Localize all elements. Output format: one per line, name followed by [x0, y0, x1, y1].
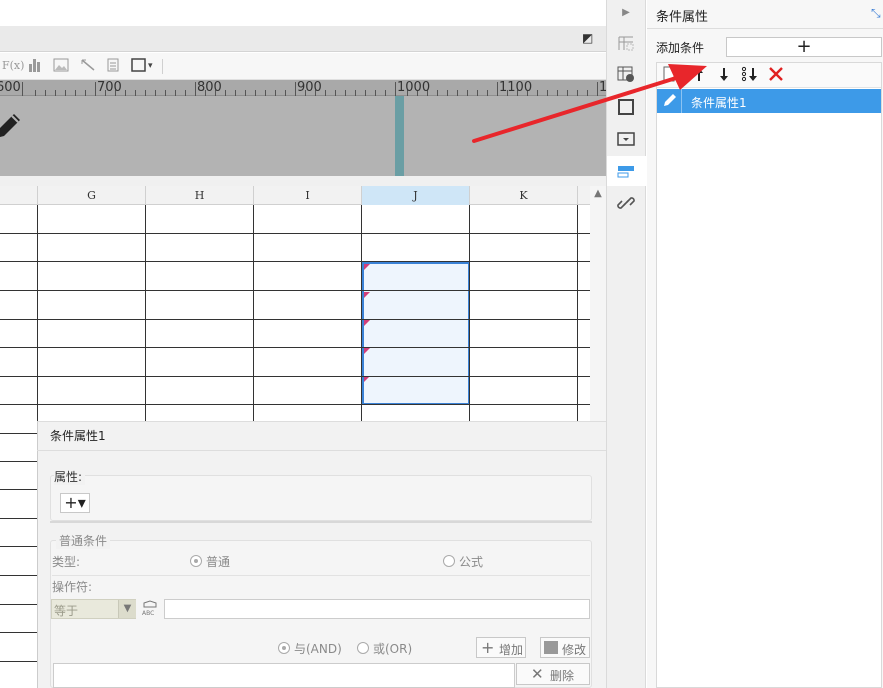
- modify-condition-button[interactable]: 修改: [540, 637, 590, 658]
- operator-select[interactable]: 等于 ▼: [51, 599, 136, 619]
- slash-icon[interactable]: [80, 58, 96, 74]
- cell-element-icon[interactable]: [617, 34, 635, 52]
- horizontal-ruler: 600 700 800 900 1000 1100 1: [0, 80, 607, 96]
- scroll-up-icon[interactable]: ▲: [590, 186, 606, 202]
- add-condition-row-button[interactable]: + 增加: [476, 637, 526, 658]
- cell-marker: [364, 348, 370, 354]
- attribute-group: [50, 475, 592, 521]
- abc-icon[interactable]: ABC: [141, 598, 159, 618]
- modify-icon: [544, 641, 558, 654]
- page-boundary-marker[interactable]: [395, 96, 404, 176]
- dialog-title: 条件属性1: [50, 429, 106, 443]
- condition-list-item-label: 条件属性1: [691, 96, 747, 110]
- edit-pencil-icon[interactable]: [662, 92, 678, 112]
- ruler-label: 800: [197, 80, 222, 95]
- operator-select-value: 等于: [54, 604, 79, 618]
- type-separator: [52, 575, 590, 576]
- type-formula-label: 公式: [459, 555, 484, 569]
- move-up-icon[interactable]: [693, 66, 705, 86]
- spreadsheet-grid[interactable]: [0, 176, 606, 421]
- modify-button-label: 修改: [562, 643, 587, 657]
- logic-and-label: 与(AND): [294, 642, 342, 656]
- vertical-scrollbar[interactable]: [590, 186, 606, 421]
- column-header-j[interactable]: J: [362, 186, 470, 205]
- move-bottom-icon[interactable]: [741, 66, 759, 86]
- column-header-h[interactable]: H: [146, 186, 254, 205]
- abc-icon-text: ABC: [142, 610, 154, 617]
- delete-condition-button[interactable]: ✕ 删除: [516, 663, 590, 685]
- dialog-divider: [37, 450, 606, 451]
- logic-or-radio[interactable]: [357, 642, 369, 654]
- column-header-g[interactable]: G: [38, 186, 146, 205]
- image-icon[interactable]: [53, 58, 69, 74]
- ruler-label: 700: [97, 80, 122, 95]
- type-formula-radio[interactable]: [443, 555, 455, 567]
- panel-header-divider: [647, 28, 883, 29]
- list-item-separator: [681, 89, 682, 113]
- top-blank-bar: [0, 0, 606, 26]
- normal-condition-legend: 普通条件: [56, 532, 111, 549]
- condition-value-input[interactable]: [164, 599, 590, 619]
- logic-or-label: 或(OR): [373, 642, 413, 656]
- cell-marker: [364, 264, 370, 270]
- border-icon[interactable]: [131, 58, 147, 74]
- group-separator: [50, 521, 592, 523]
- bar-chart-icon[interactable]: [28, 58, 42, 74]
- attribute-label: 属性:: [54, 468, 86, 485]
- condition-list-box[interactable]: [53, 663, 515, 688]
- cell-marker: [364, 292, 370, 298]
- condition-list: [656, 62, 882, 688]
- widget-icon[interactable]: [617, 130, 635, 148]
- add-button-label: 增加: [499, 643, 524, 657]
- type-normal-radio[interactable]: [190, 555, 202, 567]
- collapse-arrow-icon[interactable]: ▶: [617, 4, 635, 22]
- ruler-label: 1000: [397, 80, 431, 95]
- column-header-k[interactable]: K: [470, 186, 578, 205]
- toolbar-separator: [162, 59, 163, 74]
- column-header-i[interactable]: I: [254, 186, 362, 205]
- type-normal-label: 普通: [206, 555, 231, 569]
- delete-button-label: 删除: [550, 669, 575, 683]
- move-down-icon[interactable]: [718, 66, 730, 86]
- plus-icon: +: [481, 638, 495, 657]
- condition-attribute-icon[interactable]: [617, 162, 635, 180]
- ruler-label: 1100: [499, 80, 533, 95]
- delete-x-icon: ✕: [531, 665, 544, 683]
- ruler-label: 600: [0, 80, 21, 95]
- add-attribute-button[interactable]: +▾: [60, 493, 90, 513]
- cell-attributes-icon[interactable]: [617, 65, 635, 83]
- cell-marker: [364, 320, 370, 326]
- sheet-title-bar: ◩: [0, 26, 606, 52]
- column-header-row: G H I J K: [0, 186, 590, 205]
- border-style-icon[interactable]: [617, 98, 635, 116]
- chart-toolbar: F(x) ▾: [0, 53, 606, 80]
- ruler-label: 900: [297, 80, 322, 95]
- new-document-icon[interactable]: [663, 66, 675, 86]
- column-header-blank: [0, 186, 38, 205]
- delete-condition-icon[interactable]: [768, 66, 784, 86]
- add-condition-label: 添加条件: [656, 41, 705, 55]
- pencil-icon: [0, 110, 24, 147]
- panel-title: 条件属性: [656, 10, 709, 25]
- add-condition-button[interactable]: +: [726, 37, 882, 57]
- hyperlink-icon[interactable]: [617, 194, 635, 212]
- selected-cell-range[interactable]: [362, 262, 470, 405]
- logic-and-radio[interactable]: [278, 642, 290, 654]
- row-lines-left: [0, 421, 37, 688]
- chevron-down-icon: ▼: [118, 600, 136, 618]
- operator-label: 操作符:: [52, 580, 93, 594]
- formula-icon[interactable]: F(x): [2, 58, 24, 74]
- dock-toggle-icon[interactable]: ◩: [582, 31, 593, 45]
- type-label: 类型:: [52, 555, 81, 569]
- document-icon[interactable]: [107, 58, 119, 74]
- expand-icon[interactable]: ⤡: [871, 6, 881, 21]
- design-canvas[interactable]: [0, 96, 606, 176]
- border-dropdown-icon[interactable]: ▾: [148, 58, 153, 74]
